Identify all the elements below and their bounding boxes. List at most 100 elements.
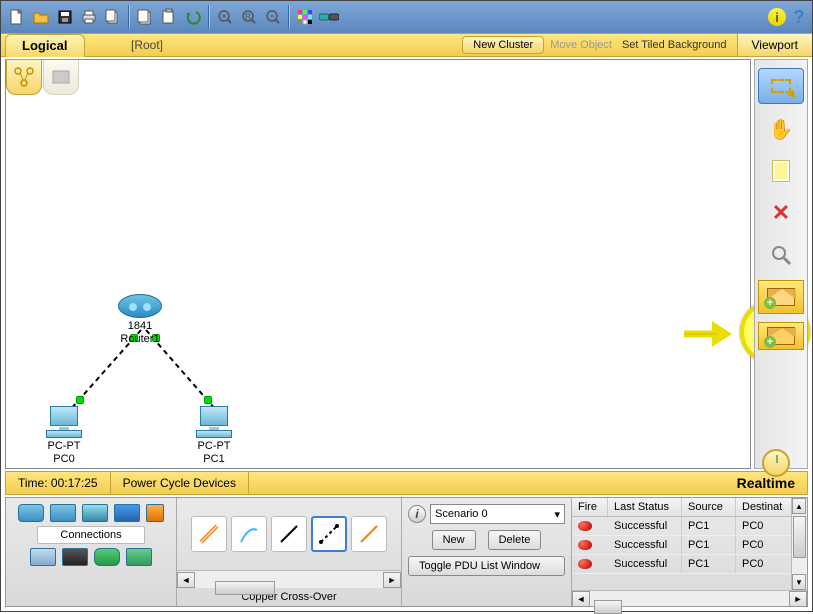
cable-palette: ◄ ► Copper Cross-Over	[176, 498, 402, 606]
cable-copper-cross-button[interactable]	[311, 516, 347, 552]
device-pc0[interactable]: PC-PTPC0	[44, 406, 84, 466]
move-object-button[interactable]: Move Object	[550, 39, 612, 51]
nav-corner	[6, 59, 80, 107]
scroll-up-icon[interactable]: ▲	[792, 498, 806, 514]
workspace-content[interactable]: 1841Router1 PC-PTPC0 PC-PTPC1	[6, 60, 751, 469]
cable-console-button[interactable]	[231, 516, 267, 552]
inspect-tool-button[interactable]	[758, 238, 804, 272]
scenario-info-icon[interactable]: i	[408, 505, 426, 523]
cluster-nav-icon[interactable]	[6, 59, 42, 95]
envelope-open-icon: +	[767, 327, 795, 345]
scrollbar-thumb[interactable]	[594, 600, 622, 614]
custom-devices-icon[interactable]	[318, 6, 340, 28]
pdu-row[interactable]: Successful PC1 PC0	[572, 536, 807, 555]
logical-tab[interactable]: Logical	[5, 34, 85, 57]
pdu-row[interactable]: Successful PC1 PC0	[572, 517, 807, 536]
toolbar-separator	[288, 5, 290, 29]
scenario-new-button[interactable]: New	[432, 530, 476, 550]
pdu-status: Successful	[608, 536, 682, 554]
place-note-button[interactable]	[758, 154, 804, 188]
toggle-pdu-list-button[interactable]: Toggle PDU List Window	[408, 556, 565, 576]
undo-icon[interactable]	[182, 6, 204, 28]
cable-fiber-button[interactable]	[351, 516, 387, 552]
time-display: Time: 00:17:25	[6, 472, 111, 494]
save-icon[interactable]	[54, 6, 76, 28]
root-breadcrumb[interactable]: [Root]	[131, 38, 163, 52]
device-type-connections-icon[interactable]	[146, 504, 164, 522]
scenario-delete-button[interactable]: Delete	[488, 530, 542, 550]
pdu-horizontal-scrollbar[interactable]: ◄ ►	[572, 590, 807, 606]
svg-text:R: R	[245, 12, 251, 21]
pdu-source: PC1	[682, 517, 736, 535]
pdu-header-source[interactable]: Source	[682, 498, 736, 516]
main-toolbar: R i ?	[1, 1, 812, 33]
fire-dot-icon	[578, 540, 592, 550]
zoom-reset-icon[interactable]: R	[238, 6, 260, 28]
link-status-dot	[76, 396, 84, 404]
scenario-dropdown[interactable]: Scenario 0 ▾	[430, 504, 565, 524]
pdu-header-fire[interactable]: Fire	[572, 498, 608, 516]
device-type-switch-icon[interactable]	[50, 504, 76, 522]
toolbar-separator	[208, 5, 210, 29]
zoom-in-icon[interactable]	[214, 6, 236, 28]
device-type-wireless-icon[interactable]	[114, 504, 140, 522]
cable-copper-straight-button[interactable]	[271, 516, 307, 552]
copy-sheet-icon[interactable]	[102, 6, 124, 28]
scroll-down-icon[interactable]: ▼	[792, 574, 806, 590]
zoom-out-icon[interactable]	[262, 6, 284, 28]
logical-bar: Logical [Root] New Cluster Move Object S…	[1, 33, 812, 57]
device-type-hub-icon[interactable]	[82, 504, 108, 522]
device-category-panel: Connections	[6, 498, 176, 606]
viewport-button[interactable]: Viewport	[737, 34, 812, 56]
pdu-table: Fire Last Status Source Destinat Success…	[572, 498, 807, 606]
copy-icon[interactable]	[134, 6, 156, 28]
device-type-multiuser-icon[interactable]	[126, 548, 152, 566]
envelope-closed-icon: +	[767, 288, 795, 306]
scroll-left-icon[interactable]: ◄	[177, 572, 195, 588]
select-tool-button[interactable]	[758, 68, 804, 104]
new-cluster-button[interactable]: New Cluster	[462, 36, 544, 54]
chevron-down-icon: ▾	[554, 508, 560, 521]
device-type-router-icon[interactable]	[18, 504, 44, 522]
delete-tool-button[interactable]: ✕	[758, 196, 804, 230]
power-cycle-button[interactable]: Power Cycle Devices	[111, 472, 249, 494]
pdu-row[interactable]: Successful PC1 PC0	[572, 555, 807, 574]
note-icon	[772, 160, 790, 182]
cable-auto-button[interactable]	[191, 516, 227, 552]
workspace-canvas[interactable]: 1841Router1 PC-PTPC0 PC-PTPC1	[5, 59, 751, 469]
scroll-right-icon[interactable]: ►	[789, 591, 807, 607]
pc-icon	[194, 406, 234, 438]
scroll-right-icon[interactable]: ►	[383, 572, 401, 588]
router-icon	[118, 294, 162, 318]
add-complex-pdu-button[interactable]: +	[758, 322, 804, 350]
scroll-left-icon[interactable]: ◄	[572, 591, 590, 607]
fire-dot-icon	[578, 521, 592, 531]
scrollbar-thumb[interactable]	[793, 516, 806, 558]
move-tool-button[interactable]: ✋	[758, 112, 804, 146]
set-tiled-background-button[interactable]: Set Tiled Background	[622, 39, 727, 51]
magnify-icon	[770, 244, 792, 266]
scrollbar-thumb[interactable]	[215, 581, 275, 595]
pdu-vertical-scrollbar[interactable]: ▲ ▼	[791, 498, 807, 590]
pdu-header-status[interactable]: Last Status	[608, 498, 682, 516]
info-icon[interactable]: i	[768, 8, 786, 26]
open-file-icon[interactable]	[30, 6, 52, 28]
device-type-wan-icon[interactable]	[62, 548, 88, 566]
device-pc1[interactable]: PC-PTPC1	[194, 406, 234, 466]
paste-icon[interactable]	[158, 6, 180, 28]
palette-icon[interactable]	[294, 6, 316, 28]
device-type-end-icon[interactable]	[30, 548, 56, 566]
right-toolbar: ✋ ✕ + +	[754, 59, 808, 469]
device-router[interactable]: 1841Router1	[118, 294, 162, 346]
new-file-icon[interactable]	[6, 6, 28, 28]
pdu-status: Successful	[608, 517, 682, 535]
highlight-arrow-icon	[682, 319, 732, 349]
help-icon[interactable]: ?	[790, 8, 808, 26]
scenario-selected: Scenario 0	[435, 508, 488, 520]
fire-dot-icon	[578, 559, 592, 569]
cable-scrollbar[interactable]: ◄ ►	[177, 570, 401, 588]
print-icon[interactable]	[78, 6, 100, 28]
realtime-mode-icon[interactable]	[762, 449, 810, 479]
device-type-custom-icon[interactable]	[94, 548, 120, 566]
add-simple-pdu-button[interactable]: +	[758, 280, 804, 314]
